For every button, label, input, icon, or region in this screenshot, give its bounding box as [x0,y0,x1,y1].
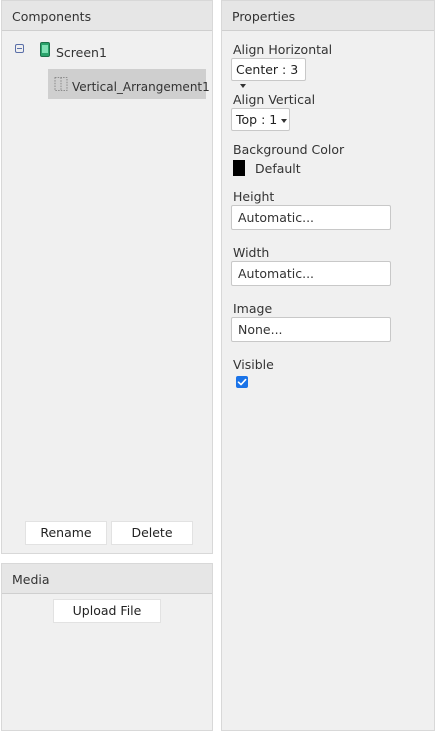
phone-icon [40,42,50,57]
properties-panel: Properties Align Horizontal Center : 3 A… [221,0,435,731]
background-color-label: Background Color [233,142,345,157]
properties-header: Properties [222,1,434,31]
align-vertical-select[interactable]: Top : 1 [231,108,290,131]
tree-item-screen1[interactable]: Screen1 [56,45,107,60]
tree-item-label: Vertical_Arrangement1 [72,80,210,94]
color-swatch[interactable] [233,160,245,176]
align-horizontal-select[interactable]: Center : 3 [231,58,306,88]
chevron-down-icon [281,118,288,123]
chevron-down-icon [240,83,246,88]
height-label: Height [233,189,275,204]
media-header: Media [2,564,212,594]
align-horizontal-label: Align Horizontal [233,42,333,57]
width-label: Width [233,245,270,260]
align-vertical-label: Align Vertical [233,92,316,107]
image-field[interactable]: None... [231,317,391,342]
visible-label: Visible [233,357,274,372]
height-field[interactable]: Automatic... [231,205,391,230]
upload-file-button[interactable]: Upload File [53,599,161,623]
collapse-icon[interactable] [15,44,24,53]
width-field[interactable]: Automatic... [231,261,391,286]
tree-item-vertical-arrangement[interactable]: Vertical_Arrangement1 [48,69,210,99]
visible-checkbox[interactable] [236,376,248,388]
align-vertical-value: Top : 1 [236,112,278,127]
components-header: Components [2,1,212,31]
media-panel: Media [1,563,213,731]
vertical-arrangement-icon [54,77,68,91]
align-horizontal-value: Center : 3 [236,62,299,77]
components-panel: Components Screen1 Vertical_Arrangement1… [1,0,213,554]
background-color-value[interactable]: Default [255,161,301,176]
check-icon [237,378,247,386]
rename-button[interactable]: Rename [25,521,107,545]
delete-button[interactable]: Delete [111,521,193,545]
image-label: Image [233,301,273,316]
